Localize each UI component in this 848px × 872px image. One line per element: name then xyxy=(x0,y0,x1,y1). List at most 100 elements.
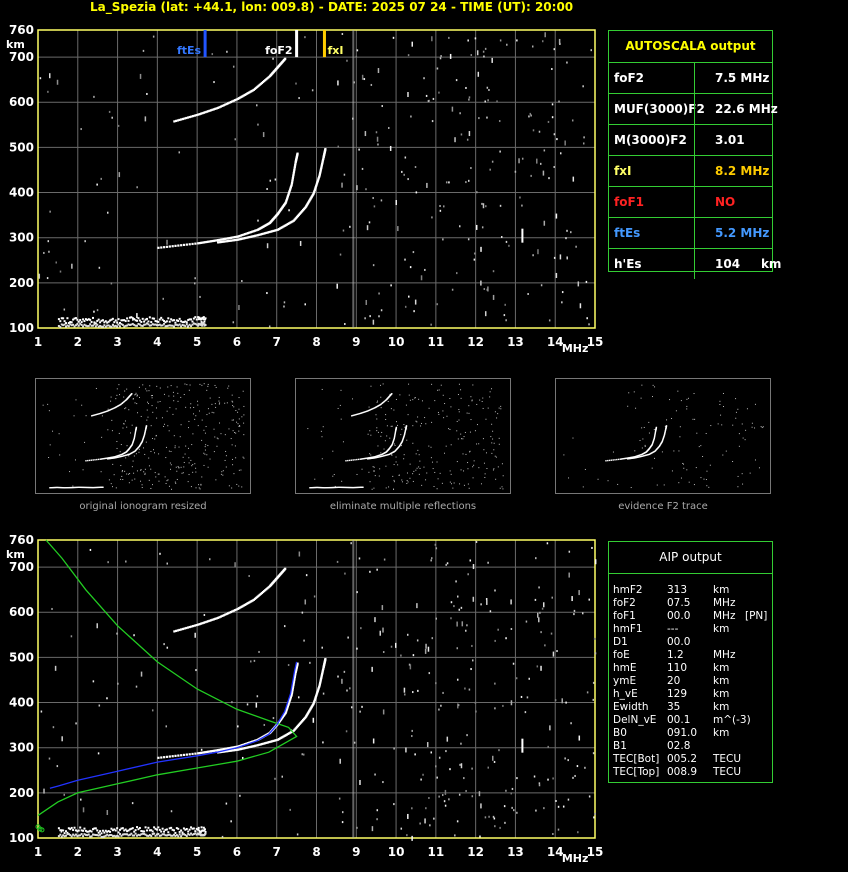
trace-point xyxy=(284,57,287,60)
trace-point xyxy=(92,459,94,461)
noise-point xyxy=(168,430,170,432)
noise-point xyxy=(376,418,378,420)
noise-point xyxy=(526,696,529,699)
autoscala-value: 5.2 MHz xyxy=(694,218,772,248)
noise-point xyxy=(483,55,485,58)
noise-point xyxy=(194,418,196,420)
noise-point xyxy=(158,480,160,482)
noise-point xyxy=(486,86,489,89)
x-tick-label: 11 xyxy=(428,335,445,349)
noise-point xyxy=(214,384,216,386)
trace-point xyxy=(192,827,195,830)
noise-point xyxy=(377,143,379,146)
noise-point xyxy=(378,315,380,318)
noise-point xyxy=(213,412,215,414)
noise-point xyxy=(430,457,432,459)
noise-point xyxy=(150,487,152,489)
noise-point xyxy=(473,258,476,261)
noise-point xyxy=(344,572,346,575)
noise-point xyxy=(463,436,465,438)
noise-point xyxy=(508,244,510,247)
noise-point xyxy=(232,65,235,68)
noise-point xyxy=(407,92,409,98)
noise-point xyxy=(153,449,155,451)
trace-point xyxy=(96,458,98,461)
trace-point xyxy=(163,830,166,833)
noise-point xyxy=(482,397,484,399)
noise-point xyxy=(136,394,138,396)
noise-point xyxy=(400,445,402,447)
noise-point xyxy=(146,92,148,95)
noise-point xyxy=(381,431,383,433)
noise-point xyxy=(216,437,218,439)
noise-point xyxy=(479,399,481,401)
noise-point xyxy=(463,484,465,486)
noise-point xyxy=(188,474,190,476)
aip-unit: km xyxy=(713,675,730,687)
trace-point xyxy=(90,835,93,838)
noise-point xyxy=(500,235,503,238)
noise-point xyxy=(559,254,562,260)
noise-point xyxy=(449,470,451,472)
noise-point xyxy=(484,476,486,478)
noise-point xyxy=(451,106,454,112)
noise-point xyxy=(72,485,74,487)
noise-point xyxy=(538,782,541,785)
noise-point xyxy=(374,773,376,776)
noise-point xyxy=(505,637,507,640)
noise-point xyxy=(201,439,203,441)
noise-point xyxy=(243,414,245,416)
noise-point xyxy=(406,480,408,482)
aip-unit: km xyxy=(713,701,730,713)
noise-point xyxy=(458,793,461,796)
noise-point xyxy=(125,407,127,409)
noise-point xyxy=(487,286,489,292)
trace-point xyxy=(185,323,188,326)
y-tick-label: 700 xyxy=(9,50,34,64)
noise-point xyxy=(371,826,374,832)
noise-point xyxy=(170,385,172,387)
noise-point xyxy=(460,433,462,435)
noise-point xyxy=(206,389,208,391)
noise-point xyxy=(368,406,370,408)
noise-point xyxy=(97,752,100,755)
noise-point xyxy=(307,428,309,430)
noise-point xyxy=(428,672,431,675)
noise-point xyxy=(397,226,399,232)
y-tick-label: 400 xyxy=(9,186,34,200)
noise-point xyxy=(484,47,487,50)
noise-point xyxy=(391,425,393,427)
noise-point xyxy=(141,484,143,486)
noise-point xyxy=(572,776,574,779)
noise-point xyxy=(482,438,484,440)
noise-point xyxy=(368,471,370,473)
noise-point xyxy=(543,807,545,810)
aip-value: 005.2 xyxy=(667,753,698,765)
noise-point xyxy=(232,419,234,421)
noise-point xyxy=(406,439,408,441)
noise-point xyxy=(453,482,455,484)
noise-point xyxy=(735,398,737,400)
noise-point xyxy=(214,403,216,405)
noise-point xyxy=(564,757,566,760)
trace-point xyxy=(157,826,160,829)
noise-point xyxy=(722,454,724,456)
noise-point xyxy=(238,469,240,471)
noise-point xyxy=(150,395,152,397)
noise-point xyxy=(486,599,488,605)
noise-point xyxy=(373,466,375,468)
noise-point xyxy=(404,426,406,428)
noise-point xyxy=(385,487,387,489)
noise-point xyxy=(218,403,220,405)
aip-value: 00.0 xyxy=(667,610,691,622)
noise-point xyxy=(108,479,110,481)
noise-point xyxy=(480,280,482,286)
noise-point xyxy=(737,486,739,488)
noise-point xyxy=(184,383,186,385)
noise-point xyxy=(543,220,546,226)
noise-point xyxy=(411,41,413,47)
noise-point xyxy=(239,794,241,797)
noise-point xyxy=(213,81,215,84)
noise-point xyxy=(409,463,411,465)
noise-point xyxy=(443,205,445,208)
